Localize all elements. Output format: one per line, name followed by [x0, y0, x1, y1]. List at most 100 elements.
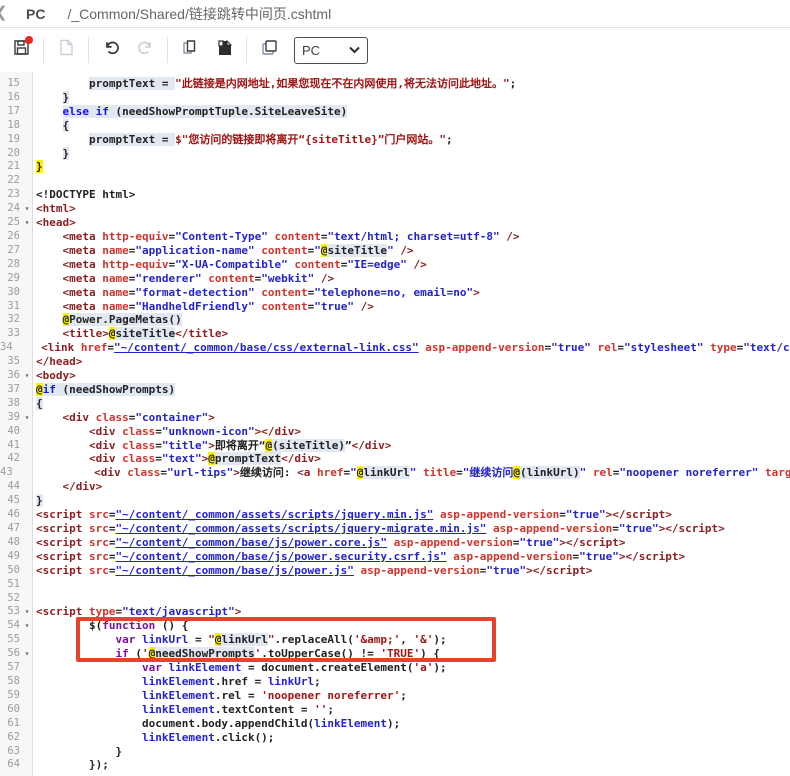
code-line[interactable]: 39▾ <div class="container"> [0, 411, 790, 425]
code-line[interactable]: 54▾ $(function () { [0, 619, 790, 633]
code-line[interactable]: 57 var linkElement = document.createElem… [0, 661, 790, 675]
code-token: http-equiv [102, 230, 168, 243]
fold-arrow-icon[interactable]: ▾ [20, 647, 34, 661]
code-token: promptText = [89, 77, 175, 90]
line-number: 25 [0, 216, 20, 230]
fold-arrow-icon[interactable]: ▾ [20, 216, 34, 230]
line-number: 45 [0, 494, 20, 508]
code-text: linkElement.rel = 'noopener noreferrer'; [34, 689, 407, 703]
code-line[interactable]: 47<script src="~/content/_common/assets/… [0, 522, 790, 536]
code-text: promptText = "此链接是内网地址,如果您现在不在内网使用,将无法访问… [34, 77, 516, 91]
code-text [34, 174, 36, 188]
code-line[interactable]: 51 [0, 578, 790, 592]
new-file-button[interactable] [53, 37, 79, 63]
code-line[interactable]: 49<script src="~/content/_common/base/js… [0, 550, 790, 564]
line-number: 64 [0, 758, 20, 772]
code-line[interactable]: 21} [0, 160, 790, 174]
duplicate-button[interactable] [256, 37, 282, 63]
code-line[interactable]: 25▾<head> [0, 216, 790, 230]
code-line[interactable]: 31 <meta name="HandheldFriendly" content… [0, 300, 790, 314]
code-line[interactable]: 64 }); [0, 758, 790, 772]
code-editor[interactable]: 15 promptText = "此链接是内网地址,如果您现在不在内网使用,将无… [0, 72, 790, 776]
code-line[interactable]: 40 <div class="unknown-icon"></div> [0, 425, 790, 439]
code-line[interactable]: 27 <meta name="application-name" content… [0, 244, 790, 258]
code-line[interactable]: 26 <meta http-equiv="Content-Type" conte… [0, 230, 790, 244]
code-line[interactable]: 20 } [0, 147, 790, 161]
code-line[interactable]: 23<!DOCTYPE html> [0, 188, 790, 202]
code-token: "true" [551, 341, 591, 354]
chevron-left-icon[interactable]: ❮ [0, 3, 8, 21]
code-token [36, 703, 142, 716]
code-token: content [294, 258, 340, 271]
code-line[interactable]: 50<script src="~/content/_common/base/js… [0, 564, 790, 578]
fold-arrow-icon[interactable]: ▾ [20, 202, 34, 216]
code-line[interactable]: 60 linkElement.textContent = ''; [0, 703, 790, 717]
code-line[interactable]: 19 promptText = $"您访问的链接即将离开“{siteTitle}… [0, 133, 790, 147]
code-line[interactable]: 33 <title>@siteTitle</title> [0, 327, 790, 341]
code-line[interactable]: 35</head> [0, 355, 790, 369]
code-line[interactable]: 16 } [0, 91, 790, 105]
redo-button[interactable] [132, 37, 158, 63]
code-line[interactable]: 38{ [0, 397, 790, 411]
code-line[interactable]: 30 <meta name="format-detection" content… [0, 286, 790, 300]
line-number: 28 [0, 258, 20, 272]
code-line[interactable]: 37@if (needShowPrompts) [0, 383, 790, 397]
fold-spacer [20, 675, 34, 689]
code-token: src [89, 508, 109, 521]
fold-arrow-icon[interactable]: ▾ [20, 411, 34, 425]
fold-spacer [20, 397, 34, 411]
undo-button[interactable] [98, 37, 124, 63]
code-line[interactable]: 22 [0, 174, 790, 188]
code-token: var [142, 661, 162, 674]
code-line[interactable]: 59 linkElement.rel = 'noopener noreferre… [0, 689, 790, 703]
code-line[interactable]: 36▾<body> [0, 369, 790, 383]
code-token: <div [89, 452, 122, 465]
code-line[interactable]: 34 <link href="~/content/_common/base/cs… [0, 341, 790, 355]
copy-button[interactable] [177, 37, 203, 63]
code-line[interactable]: 17 else if (needShowPromptTuple.SiteLeav… [0, 105, 790, 119]
code-line[interactable]: 46<script src="~/content/_common/assets/… [0, 508, 790, 522]
code-line[interactable]: 55 var linkUrl = "@linkUrl".replaceAll('… [0, 633, 790, 647]
code-token: <head> [36, 216, 76, 229]
paste-button[interactable] [211, 37, 237, 63]
code-line[interactable]: 53▾<script type="text/javascript"> [0, 605, 790, 619]
code-token: <script [36, 550, 89, 563]
code-line[interactable]: 32 @Power.PageMetas() [0, 313, 790, 327]
code-token [36, 300, 63, 313]
code-line[interactable]: 28 <meta http-equiv="X-UA-Compatible" co… [0, 258, 790, 272]
code-line[interactable]: 43 <div class="url-tips">继续访问: <a href="… [0, 466, 790, 480]
code-line[interactable]: 15 promptText = "此链接是内网地址,如果您现在不在内网使用,将无… [0, 77, 790, 91]
code-line[interactable]: 42 <div class="text">@promptText</div> [0, 452, 790, 466]
file-path: /_Common/Shared/链接跳转中间页.cshtml [67, 4, 331, 24]
code-token: "text" [162, 452, 202, 465]
code-text: <div class="title">即将离开“@(siteTitle)”</d… [34, 439, 391, 453]
fold-arrow-icon[interactable]: ▾ [20, 619, 34, 633]
fold-spacer [20, 300, 34, 314]
fold-arrow-icon[interactable]: ▾ [20, 605, 34, 619]
code-token: src [89, 564, 109, 577]
code-line[interactable]: 58 linkElement.href = linkUrl; [0, 675, 790, 689]
code-line[interactable]: 48<script src="~/content/_common/base/js… [0, 536, 790, 550]
code-line[interactable]: 45} [0, 494, 790, 508]
code-line[interactable]: 63 } [0, 745, 790, 759]
code-line[interactable]: 24▾<html> [0, 202, 790, 216]
code-token: siteTitle [327, 244, 387, 257]
chevron-down-icon [349, 41, 360, 59]
code-token [36, 77, 89, 90]
code-token: <!DOCTYPE html> [36, 188, 135, 201]
code-line[interactable]: 56▾ if ('@needShowPrompts'.toUpperCase()… [0, 647, 790, 661]
code-line[interactable]: 62 linkElement.click(); [0, 731, 790, 745]
code-line[interactable]: 61 document.body.appendChild(linkElement… [0, 717, 790, 731]
platform-select[interactable]: PC [294, 37, 368, 64]
fold-arrow-icon[interactable]: ▾ [20, 369, 34, 383]
code-token: class [122, 452, 155, 465]
code-token [15, 466, 94, 479]
code-token: /> [321, 272, 334, 285]
code-line[interactable]: 18 { [0, 119, 790, 133]
code-token: linkElement [142, 703, 215, 716]
code-line[interactable]: 44 </div> [0, 480, 790, 494]
code-line[interactable]: 29 <meta name="renderer" content="webkit… [0, 272, 790, 286]
code-line[interactable]: 52 [0, 592, 790, 606]
save-button[interactable] [8, 37, 34, 63]
code-line[interactable]: 41 <div class="title">即将离开“@(siteTitle)”… [0, 439, 790, 453]
